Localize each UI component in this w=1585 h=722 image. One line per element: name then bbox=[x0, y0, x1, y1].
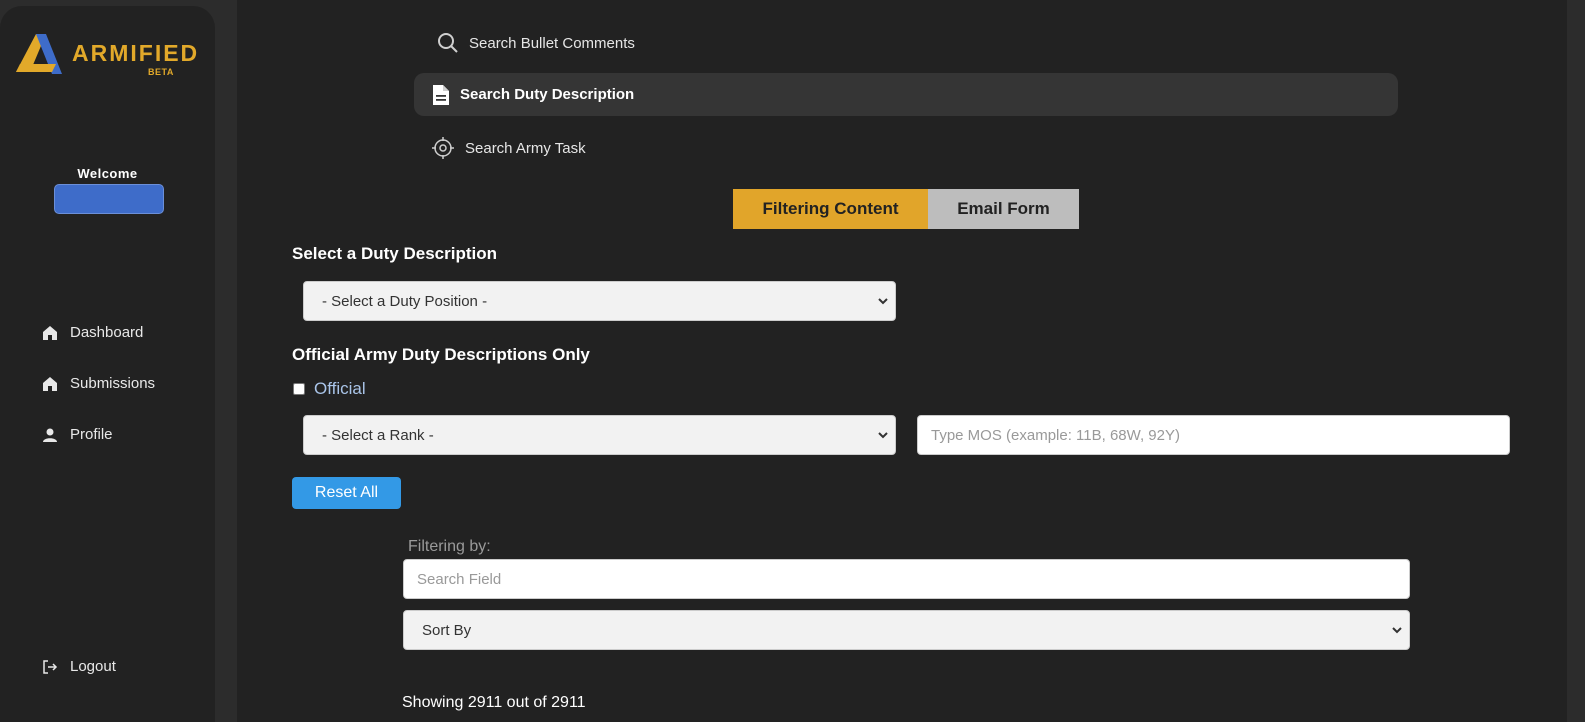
sort-by-value: Sort By bbox=[422, 621, 472, 639]
chevron-down-icon bbox=[878, 298, 888, 305]
welcome-label: Welcome bbox=[77, 166, 138, 181]
tab-search-bullet-comments[interactable]: Search Bullet Comments bbox=[437, 30, 635, 56]
rank-value: - Select a Rank - bbox=[322, 426, 434, 444]
results-count: Showing 2911 out of 2911 bbox=[402, 694, 586, 711]
armified-logo[interactable]: ARMIFIED BETA bbox=[16, 32, 200, 82]
reset-all-button[interactable]: Reset All bbox=[292, 477, 401, 509]
chevron-down-icon bbox=[1392, 627, 1402, 634]
sort-by-select[interactable]: Sort By bbox=[403, 610, 1410, 650]
mos-input[interactable]: Type MOS (example: 11B, 68W, 92Y) bbox=[917, 415, 1510, 455]
scrollbar[interactable] bbox=[1567, 0, 1585, 722]
duty-position-select[interactable]: - Select a Duty Position - bbox=[303, 281, 896, 321]
email-form-button[interactable]: Email Form bbox=[928, 189, 1079, 229]
tab-search-duty-description[interactable]: Search Duty Description bbox=[414, 73, 1398, 116]
logo-wordmark: ARMIFIED bbox=[72, 40, 200, 66]
sidebar-item-label: Profile bbox=[70, 426, 113, 443]
search-icon bbox=[438, 33, 458, 53]
tab-label: Search Bullet Comments bbox=[469, 34, 635, 52]
logo-mark-icon bbox=[16, 34, 62, 74]
chevron-down-icon bbox=[878, 432, 888, 439]
search-field-input[interactable]: Search Field bbox=[403, 559, 1410, 599]
sidebar-item-label: Submissions bbox=[70, 375, 156, 392]
content-toggle: Filtering Content Email Form bbox=[733, 189, 1079, 229]
tab-search-army-task[interactable]: Search Army Task bbox=[431, 135, 586, 161]
official-label[interactable]: Official bbox=[314, 379, 366, 399]
official-checkbox[interactable] bbox=[293, 383, 305, 395]
home-icon bbox=[43, 376, 57, 391]
logout-button[interactable]: Logout bbox=[42, 658, 116, 675]
tab-label: Search Army Task bbox=[465, 139, 586, 157]
duty-position-value: - Select a Duty Position - bbox=[322, 292, 488, 310]
filtering-content-button[interactable]: Filtering Content bbox=[733, 189, 928, 229]
user-icon bbox=[43, 428, 57, 442]
sidebar-item-label: Dashboard bbox=[70, 324, 144, 341]
rank-select[interactable]: - Select a Rank - bbox=[303, 415, 896, 455]
username-badge[interactable] bbox=[54, 184, 164, 214]
duty-description-heading: Select a Duty Description bbox=[292, 244, 498, 263]
target-icon bbox=[432, 137, 454, 159]
official-heading: Official Army Duty Descriptions Only bbox=[292, 345, 590, 364]
sidebar-item-dashboard[interactable]: Dashboard bbox=[42, 324, 143, 341]
sidebar: ARMIFIED BETA Welcome Dashboard Submissi… bbox=[0, 6, 215, 722]
document-icon bbox=[433, 84, 449, 105]
tab-label: Search Duty Description bbox=[460, 86, 635, 103]
mos-placeholder: Type MOS (example: 11B, 68W, 92Y) bbox=[931, 426, 1180, 444]
logout-icon bbox=[43, 659, 58, 674]
sidebar-item-profile[interactable]: Profile bbox=[42, 426, 113, 443]
sidebar-item-submissions[interactable]: Submissions bbox=[42, 375, 155, 392]
home-icon bbox=[43, 325, 57, 340]
beta-badge: BETA bbox=[148, 67, 174, 77]
search-field-placeholder: Search Field bbox=[417, 570, 502, 588]
logout-label: Logout bbox=[70, 658, 116, 675]
filtering-by-label: Filtering by: bbox=[408, 538, 491, 555]
